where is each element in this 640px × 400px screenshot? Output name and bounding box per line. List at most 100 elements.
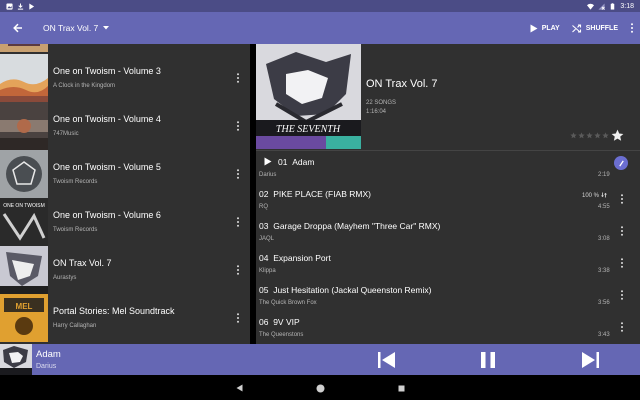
more-vertical-icon xyxy=(237,217,239,227)
now-playing-bar[interactable]: Adam Darius xyxy=(0,344,640,375)
album-row[interactable]: One on Twoism - Volume 4 747Music xyxy=(0,102,250,150)
track-name: Adam xyxy=(292,157,315,167)
album-duration: 1:16:04 xyxy=(366,109,387,115)
album-row[interactable]: ON Trax Vol. 7 Aurastys xyxy=(0,246,250,294)
next-button[interactable] xyxy=(578,348,602,372)
play-icon xyxy=(530,24,538,32)
album-art: MEL xyxy=(0,294,48,342)
track-row[interactable]: 03 Garage Droppa (Mayhem "Three Car" RMX… xyxy=(256,215,640,247)
no-signal-icon xyxy=(598,2,606,10)
shuffle-button[interactable]: SHUFFLE xyxy=(566,12,624,44)
arrow-left-icon xyxy=(13,23,22,33)
album-row[interactable]: One on Twoism - Volume 5 Twoism Records xyxy=(0,150,250,198)
album-row-partial[interactable] xyxy=(0,44,250,52)
album-art xyxy=(0,102,48,150)
track-number: 05 xyxy=(259,285,269,295)
nav-back-icon xyxy=(236,384,242,392)
album-art-text: MEL xyxy=(16,302,33,311)
album-art: ONE ON TWOISM xyxy=(0,198,48,246)
track-more-button[interactable] xyxy=(616,255,628,271)
star-icon[interactable] xyxy=(586,132,593,139)
album-title: One on Twoism - Volume 4 xyxy=(53,114,161,124)
album-more-button[interactable] xyxy=(232,214,244,230)
pause-button[interactable] xyxy=(476,348,500,372)
nav-home-icon xyxy=(316,384,324,392)
now-playing-indicator[interactable] xyxy=(614,156,628,170)
notification-play-icon xyxy=(28,2,35,10)
album-art-text: ONE ON TWOISM xyxy=(3,203,45,209)
nav-recents-button[interactable] xyxy=(394,381,408,395)
previous-button[interactable] xyxy=(375,348,399,372)
more-vertical-icon xyxy=(621,194,623,204)
track-row[interactable]: 05 Just Hesitation (Jackal Queenston Rem… xyxy=(256,279,640,311)
track-artist: JAQL xyxy=(259,236,275,242)
album-row[interactable]: MEL Portal Stories: Mel Soundtrack Harry… xyxy=(0,294,250,342)
play-all-button[interactable]: PLAY xyxy=(524,12,566,44)
track-more-button[interactable] xyxy=(616,319,628,335)
track-name: Garage Droppa (Mayhem "Three Car" RMX) xyxy=(273,221,441,231)
album-more-button[interactable] xyxy=(232,70,244,86)
star-icon[interactable] xyxy=(602,132,609,139)
track-title: 06 9V VIP xyxy=(259,317,300,327)
album-row[interactable]: One on Twoism - Volume 3 A Clock in the … xyxy=(0,54,250,102)
track-artist: Darius xyxy=(259,172,277,178)
album-more-button[interactable] xyxy=(232,166,244,182)
star-icon[interactable] xyxy=(570,132,577,139)
album-artist: Harry Callaghan xyxy=(53,323,97,329)
track-title: 05 Just Hesitation (Jackal Queenston Rem… xyxy=(259,285,431,295)
track-more-button[interactable] xyxy=(616,287,628,303)
rating-stars[interactable] xyxy=(570,132,609,139)
status-bar: 3:18 xyxy=(0,0,640,12)
more-vertical-icon xyxy=(237,265,239,275)
track-more-button[interactable] xyxy=(616,191,628,207)
album-list[interactable]: One on Twoism - Volume 3 A Clock in the … xyxy=(0,44,250,344)
star-icon[interactable] xyxy=(578,132,585,139)
album-artist: A Clock in the Kingdom xyxy=(53,83,116,89)
album-more-button[interactable] xyxy=(232,118,244,134)
skip-previous-icon xyxy=(378,352,395,368)
system-navigation-bar xyxy=(0,375,640,400)
nav-home-button[interactable] xyxy=(313,381,327,395)
shuffle-icon xyxy=(571,23,581,33)
album-more-button[interactable] xyxy=(232,310,244,326)
track-artist: The Queenstons xyxy=(259,332,304,338)
toolbar-overflow-button[interactable] xyxy=(624,12,640,44)
star-icon[interactable] xyxy=(594,132,601,139)
track-duration: 3:43 xyxy=(598,332,610,338)
album-title: One on Twoism - Volume 5 xyxy=(53,162,161,172)
play-icon xyxy=(264,157,272,166)
track-row[interactable]: 04 Expansion Port Klippa 3:38 xyxy=(256,247,640,279)
track-row[interactable]: 02 PIKE PLACE (FIAB RMX) RQ 100 % 4:55 xyxy=(256,183,640,215)
track-artist: Klippa xyxy=(259,268,276,274)
detail-title: ON Trax Vol. 7 xyxy=(366,78,438,90)
track-row[interactable]: 01 Adam Darius 2:19 xyxy=(256,151,640,183)
nav-recents-icon xyxy=(398,385,404,391)
download-icon xyxy=(600,192,607,198)
album-art xyxy=(0,44,48,52)
album-art xyxy=(0,54,48,102)
track-name: PIKE PLACE (FIAB RMX) xyxy=(273,189,371,199)
more-vertical-icon xyxy=(621,322,623,332)
shuffle-label: SHUFFLE xyxy=(585,24,618,32)
track-duration: 3:38 xyxy=(598,268,610,274)
album-title-dropdown[interactable]: ON Trax Vol. 7 xyxy=(43,23,110,33)
album-art xyxy=(0,150,48,198)
track-row[interactable]: 06 9V VIP The Queenstons 3:43 xyxy=(256,311,640,343)
notification-image-icon xyxy=(6,2,13,10)
album-cover-text: THE SEVENTH xyxy=(276,124,341,135)
track-name: 9V VIP xyxy=(273,317,300,327)
track-more-button[interactable] xyxy=(616,223,628,239)
track-title: 03 Garage Droppa (Mayhem "Three Car" RMX… xyxy=(259,221,440,231)
album-more-button[interactable] xyxy=(232,262,244,278)
track-name: Expansion Port xyxy=(273,253,331,263)
album-row[interactable]: ONE ON TWOISM One on Twoism - Volume 6 T… xyxy=(0,198,250,246)
favorite-button[interactable] xyxy=(611,129,624,142)
track-name: Just Hesitation (Jackal Queenston Remix) xyxy=(273,285,432,295)
back-button[interactable] xyxy=(0,12,36,44)
album-title: One on Twoism - Volume 6 xyxy=(53,210,161,220)
download-progress: 100 % xyxy=(582,192,607,199)
more-vertical-icon xyxy=(237,313,239,323)
nav-back-button[interactable] xyxy=(232,381,246,395)
toolbar: ON Trax Vol. 7 PLAY SHUFFLE xyxy=(0,12,640,44)
battery-icon xyxy=(609,2,616,10)
